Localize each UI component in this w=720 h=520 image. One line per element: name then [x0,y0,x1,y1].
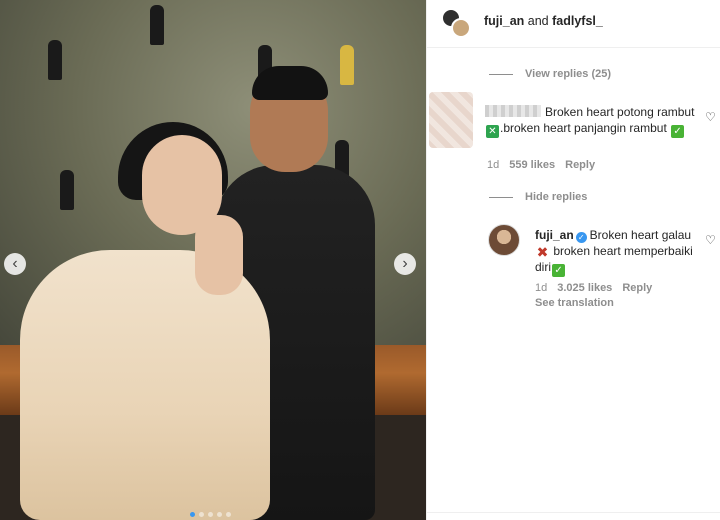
cross-mark-icon: ✕ [486,125,499,138]
cross-mark-icon: ✖ [536,244,549,260]
carousel-indicator [190,512,231,517]
carousel-next-button[interactable]: › [394,253,416,275]
wall-figure [150,5,164,45]
view-replies-button[interactable]: View replies (25) [489,68,611,80]
reply-age: 1d [535,282,548,294]
carousel-dot [199,512,204,517]
chevron-left-icon: ‹ [12,255,18,272]
author-username[interactable]: fuji_an [484,14,524,28]
post-photo[interactable]: ‹ › [0,0,426,520]
heart-outline-icon[interactable]: ♡ [705,233,716,247]
carousel-dot [190,512,195,517]
chevron-right-icon: › [402,255,408,272]
reply-username[interactable]: fuji_an [535,228,574,242]
reply-likes[interactable]: 3.025 likes [557,282,612,294]
collab-avatars[interactable] [441,8,475,38]
post-authors: fuji_an and fadlyfsl_ [484,14,603,28]
comment-text-part: .broken heart panjangin rambut [500,121,667,135]
reply-button[interactable]: Reply [622,282,652,294]
hide-replies-label: Hide replies [525,191,588,203]
person-man-hair [252,66,328,100]
view-replies-label: View replies (25) [525,68,612,80]
avatar[interactable] [429,92,473,148]
comment-username[interactable] [485,105,541,117]
panel-divider [427,512,720,520]
post-header: fuji_an and fadlyfsl_ [427,0,720,48]
comment-text: Broken heart potong rambut ✕ .broken hear… [485,104,695,138]
reply-comment: fuji_an ✓ Broken heart galau✖ broken heart… [535,227,695,277]
avatar[interactable] [451,18,471,38]
reply-button[interactable]: Reply [565,159,595,171]
author-username[interactable]: fadlyfsl_ [552,14,603,28]
comments-panel: fuji_an and fadlyfsl_ View replies (25) … [426,0,720,520]
reply-text: fuji_an ✓ Broken heart galau✖ broken heart… [535,227,695,277]
wall-figure [60,170,74,210]
heart-outline-icon[interactable]: ♡ [705,110,716,124]
comment: Broken heart potong rambut ✕ .broken hear… [485,104,695,138]
verified-badge-icon: ✓ [575,232,587,243]
carousel-prev-button[interactable]: ‹ [4,253,26,275]
divider-line [489,73,513,75]
reply-text-part: Broken heart galau [589,228,692,242]
reply-meta: 1d 3.025 likes Reply [535,282,652,294]
check-mark-icon: ✓ [671,125,685,138]
carousel-dot [226,512,231,517]
divider-line [489,196,513,198]
wall-figure [340,45,354,85]
hide-replies-button[interactable]: Hide replies [489,191,587,203]
author-conjunction: and [527,14,549,28]
check-mark-icon: ✓ [552,264,566,277]
comment-meta: 1d 559 likes Reply [487,159,595,171]
comment-age: 1d [487,159,500,171]
person-woman-hand [195,215,243,295]
carousel-dot [208,512,213,517]
wall-figure [48,40,62,80]
translation-row: See translation [535,297,614,309]
avatar[interactable] [488,224,520,256]
comment-text-part: Broken heart potong rambut [545,105,695,119]
comment-likes[interactable]: 559 likes [509,159,555,171]
see-translation-link[interactable]: See translation [535,297,614,309]
carousel-dot [217,512,222,517]
